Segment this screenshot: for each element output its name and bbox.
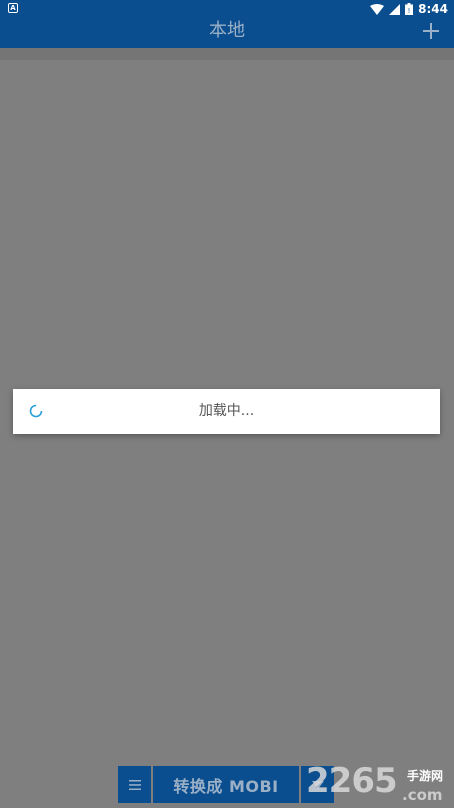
- toolbar-shadow: [0, 48, 454, 60]
- loading-message: 加载中...: [198, 403, 255, 419]
- status-bar: A ! 8:44: [0, 0, 454, 18]
- battery-icon: !: [405, 3, 414, 15]
- app-bar: 本地: [0, 18, 454, 48]
- wifi-icon: [370, 3, 385, 15]
- menu-icon: [128, 779, 141, 790]
- app-root: A ! 8:44 本地 加载中... 转换成 MOBI 2265 手游网 .co…: [0, 0, 454, 808]
- watermark-logo: 2265 手游网 .com: [306, 761, 443, 804]
- bottom-toolbar: 转换成 MOBI: [118, 766, 334, 803]
- signal-icon: [389, 3, 401, 15]
- add-button[interactable]: [418, 18, 444, 44]
- menu-button[interactable]: [118, 766, 151, 803]
- plus-icon: [423, 23, 439, 39]
- status-time: 8:44: [418, 2, 448, 16]
- svg-text:2265: 2265: [306, 761, 397, 801]
- svg-text:.com: .com: [402, 786, 443, 804]
- status-icons: ! 8:44: [370, 1, 448, 17]
- loading-dialog: 加载中...: [13, 389, 440, 434]
- page-title: 本地: [209, 20, 245, 41]
- svg-text:!: !: [408, 7, 411, 15]
- svg-text:手游网: 手游网: [407, 768, 443, 783]
- notification-a-icon: A: [8, 3, 18, 13]
- convert-button[interactable]: 转换成 MOBI: [153, 766, 299, 803]
